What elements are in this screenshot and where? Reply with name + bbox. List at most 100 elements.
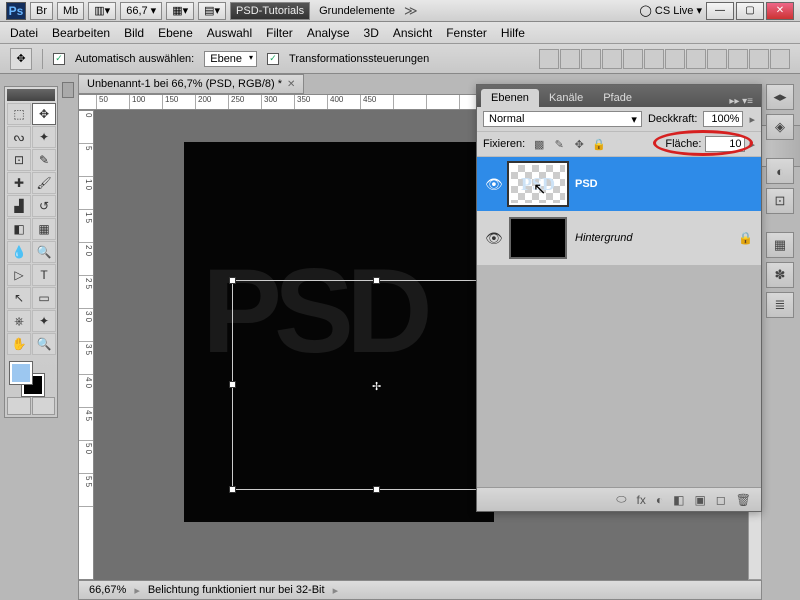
tab-pfade[interactable]: Pfade [593,89,642,107]
menu-auswahl[interactable]: Auswahl [207,26,252,40]
align-button[interactable] [749,49,769,69]
zoom-select[interactable]: 66,7 ▾ [120,2,162,20]
lock-pixels-icon[interactable]: ✎ [551,138,567,151]
color-swatches[interactable] [7,359,55,395]
document-tab[interactable]: Unbenannt-1 bei 66,7% (PSD, RGB/8) * ✕ [78,74,304,94]
opacity-input[interactable]: 100% [703,111,743,127]
align-button[interactable] [581,49,601,69]
zoom-tool[interactable]: 🔍 [32,333,56,355]
menu-bild[interactable]: Bild [124,26,144,40]
path-select-tool[interactable]: ↖ [7,287,31,309]
maximize-button[interactable]: ▢ [736,2,764,20]
lasso-tool[interactable]: ᔓ [7,126,31,148]
layer-group-icon[interactable]: ▣ [694,493,705,507]
flyout-icon[interactable]: ▸ [749,138,755,151]
align-button[interactable] [644,49,664,69]
move-tool[interactable]: ✥ [32,103,56,125]
menu-ansicht[interactable]: Ansicht [393,26,432,40]
lock-position-icon[interactable]: ✥ [571,138,587,151]
align-button[interactable] [560,49,580,69]
close-button[interactable]: ✕ [766,2,794,20]
adjustments-dock-icon[interactable]: ◐ [766,158,794,184]
screenmode-button[interactable] [32,397,56,415]
eraser-tool[interactable]: ◧ [7,218,31,240]
blur-tool[interactable]: 💧 [7,241,31,263]
transform-handle[interactable] [229,381,236,388]
transform-checkbox[interactable]: ✓ [267,53,279,65]
menu-fenster[interactable]: Fenster [446,26,487,40]
transform-handle[interactable] [373,486,380,493]
close-tab-icon[interactable]: ✕ [287,79,295,90]
gradient-tool[interactable]: ▦ [32,218,56,240]
menu-bearbeiten[interactable]: Bearbeiten [52,26,110,40]
screen-mode-button[interactable]: ▥▾ [88,2,116,20]
transform-handle[interactable] [229,486,236,493]
menu-datei[interactable]: Datei [10,26,38,40]
transform-handle[interactable] [229,277,236,284]
workspace-tab-active[interactable]: PSD-Tutorials [230,2,310,20]
minibridge-button[interactable]: Mb [57,2,84,20]
layer-thumbnail[interactable]: PSD ↖ [509,163,567,205]
tab-ebenen[interactable]: Ebenen [481,89,539,107]
lock-transparency-icon[interactable]: ▩ [531,138,547,151]
delete-layer-icon[interactable]: 🗑 [736,493,751,507]
eyedropper-tool[interactable]: ✎ [32,149,56,171]
transform-center-icon[interactable]: ✢ [372,380,382,390]
menu-3d[interactable]: 3D [364,26,379,40]
heal-tool[interactable]: ✚ [7,172,31,194]
align-button[interactable] [770,49,790,69]
layer-thumbnail[interactable] [509,217,567,259]
link-layers-icon[interactable]: ⬭ [616,492,626,507]
layer-row[interactable]: 👁 Hintergrund 🔒 [477,211,761,265]
align-button[interactable] [623,49,643,69]
panel-menu-icon[interactable]: ▸▸ ▾≡ [725,96,757,107]
3d-tool[interactable]: ⎈ [7,310,31,332]
stamp-tool[interactable]: ▟ [7,195,31,217]
minimize-button[interactable]: — [706,2,734,20]
dock-expand-icon[interactable]: ◂▸ [766,84,794,110]
transform-handle[interactable] [373,277,380,284]
visibility-icon[interactable]: 👁 [485,176,501,193]
move-tool-icon[interactable]: ✥ [10,48,32,70]
layer-mask-icon[interactable]: ◐ [656,493,663,507]
autoselect-type-select[interactable]: Ebene [204,51,257,67]
layer-name[interactable]: Hintergrund [575,232,632,244]
paragraph-dock-icon[interactable]: ≣ [766,292,794,318]
align-button[interactable] [686,49,706,69]
lock-all-icon[interactable]: 🔒 [591,138,607,151]
layer-fx-icon[interactable]: fx [637,493,646,507]
blend-mode-select[interactable]: Normal [483,111,642,127]
swatches-dock-icon[interactable]: ▦ [766,232,794,258]
menu-hilfe[interactable]: Hilfe [501,26,525,40]
brush-tool[interactable]: 🖌 [32,172,56,194]
layers-dock-icon[interactable]: ◈ [766,114,794,140]
wand-tool[interactable]: ✦ [32,126,56,148]
workspace-tab[interactable]: Grundelemente [314,2,400,20]
type-tool[interactable]: T [32,264,56,286]
quickmask-button[interactable] [7,397,31,415]
arrange-button[interactable]: ▤▾ [198,2,226,20]
marquee-tool[interactable]: ⬚ [7,103,31,125]
align-button[interactable] [707,49,727,69]
fill-input[interactable]: 10 [705,136,745,152]
dodge-tool[interactable]: 🔍 [32,241,56,263]
flyout-icon[interactable]: ▸ [749,113,755,126]
tab-kanale[interactable]: Kanäle [539,89,593,107]
pen-tool[interactable]: ▷ [7,264,31,286]
character-dock-icon[interactable]: ✽ [766,262,794,288]
3d-camera-tool[interactable]: ✦ [32,310,56,332]
history-brush-tool[interactable]: ↺ [32,195,56,217]
align-button[interactable] [665,49,685,69]
adjustment-layer-icon[interactable]: ◧ [673,493,684,507]
menu-analyse[interactable]: Analyse [307,26,350,40]
menu-filter[interactable]: Filter [266,26,293,40]
menu-ebene[interactable]: Ebene [158,26,193,40]
layer-row[interactable]: 👁 PSD ↖ PSD [477,157,761,211]
panel-grip[interactable] [7,89,55,101]
collapsed-panel-tab[interactable] [62,82,74,98]
autoselect-checkbox[interactable]: ✓ [53,53,65,65]
status-zoom[interactable]: 66,67% [89,584,126,596]
align-button[interactable] [728,49,748,69]
cslive-button[interactable]: ◯ CS Live ▾ [640,4,702,17]
hand-tool[interactable]: ✋ [7,333,31,355]
